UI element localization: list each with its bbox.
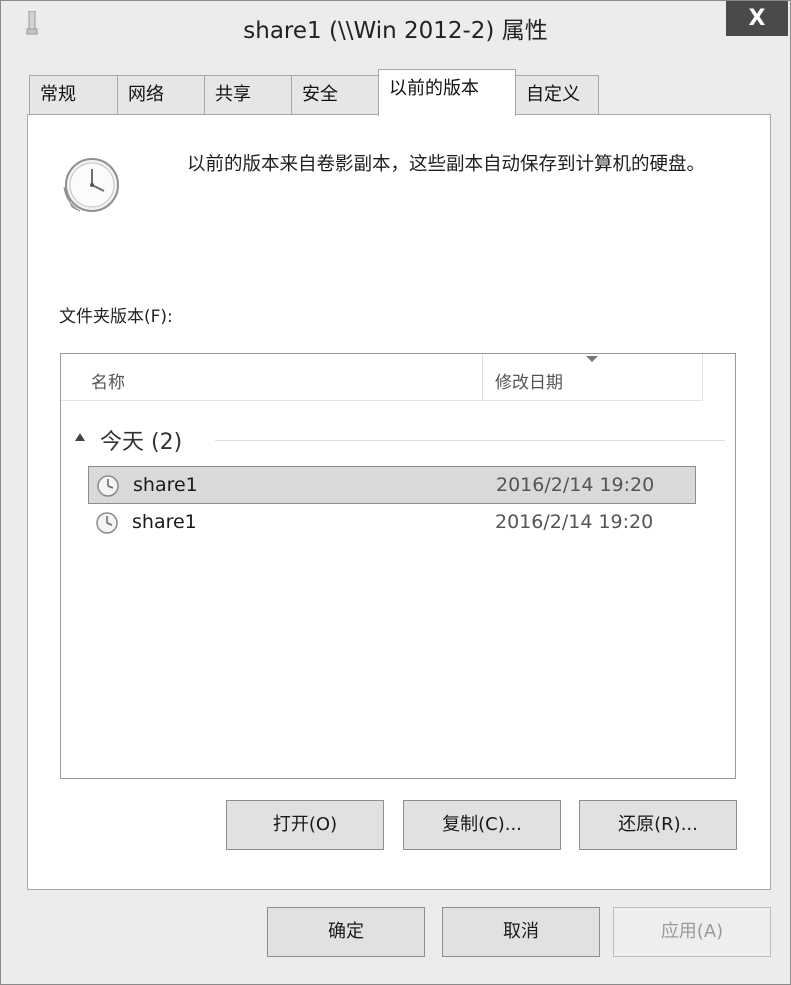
column-divider[interactable] (702, 354, 703, 401)
properties-window: share1 (\\Win 2012-2) 属性 X 常规 网络 共享 安全 以… (0, 0, 791, 985)
group-divider (215, 440, 725, 441)
copy-button[interactable]: 复制(C)... (403, 800, 561, 850)
group-header-today[interactable]: 今天 (2) (75, 424, 725, 455)
clock-icon (96, 512, 118, 534)
cancel-button[interactable]: 取消 (442, 907, 600, 957)
version-name: share1 (132, 511, 197, 533)
list-header: 名称 修改日期 (61, 354, 703, 401)
version-date: 2016/2/14 19:20 (496, 474, 655, 496)
clock-icon (97, 475, 119, 497)
collapse-triangle-icon[interactable] (75, 433, 85, 441)
version-name: share1 (133, 474, 198, 496)
apply-button[interactable]: 应用(A) (613, 907, 771, 957)
open-button[interactable]: 打开(O) (226, 800, 384, 850)
restore-button[interactable]: 还原(R)... (579, 800, 737, 850)
clock-icon (63, 158, 119, 212)
column-header-name[interactable]: 名称 (91, 368, 125, 393)
tab-customize[interactable]: 自定义 (515, 75, 599, 115)
close-icon: X (748, 6, 766, 31)
close-button[interactable]: X (726, 1, 788, 36)
folder-versions-label: 文件夹版本(F): (59, 307, 173, 327)
sort-descending-icon (586, 356, 598, 362)
tab-sharing[interactable]: 共享 (204, 75, 292, 115)
list-item[interactable]: share1 2016/2/14 19:20 (88, 466, 696, 504)
window-title: share1 (\\Win 2012-2) 属性 (243, 18, 548, 44)
description-text: 以前的版本来自卷影副本，这些副本自动保存到计算机的硬盘。 (187, 154, 706, 175)
version-date: 2016/2/14 19:20 (495, 511, 654, 533)
tab-general[interactable]: 常规 (29, 75, 118, 115)
list-item[interactable]: share1 2016/2/14 19:20 (88, 504, 696, 542)
tab-security[interactable]: 安全 (291, 75, 379, 115)
ok-button[interactable]: 确定 (267, 907, 425, 957)
tab-previous-versions[interactable]: 以前的版本 (378, 69, 516, 116)
title-bar[interactable]: share1 (\\Win 2012-2) 属性 X (1, 1, 790, 51)
column-header-date-modified[interactable]: 修改日期 (495, 368, 563, 393)
previous-versions-panel: 以前的版本来自卷影副本，这些副本自动保存到计算机的硬盘。 文件夹版本(F): 名… (27, 114, 771, 890)
column-divider[interactable] (482, 354, 483, 401)
group-title: 今天 (2) (100, 430, 183, 455)
versions-list[interactable]: 名称 修改日期 今天 (2) share1 2016/2/14 19:20 sh… (60, 353, 736, 779)
tab-network[interactable]: 网络 (117, 75, 205, 115)
